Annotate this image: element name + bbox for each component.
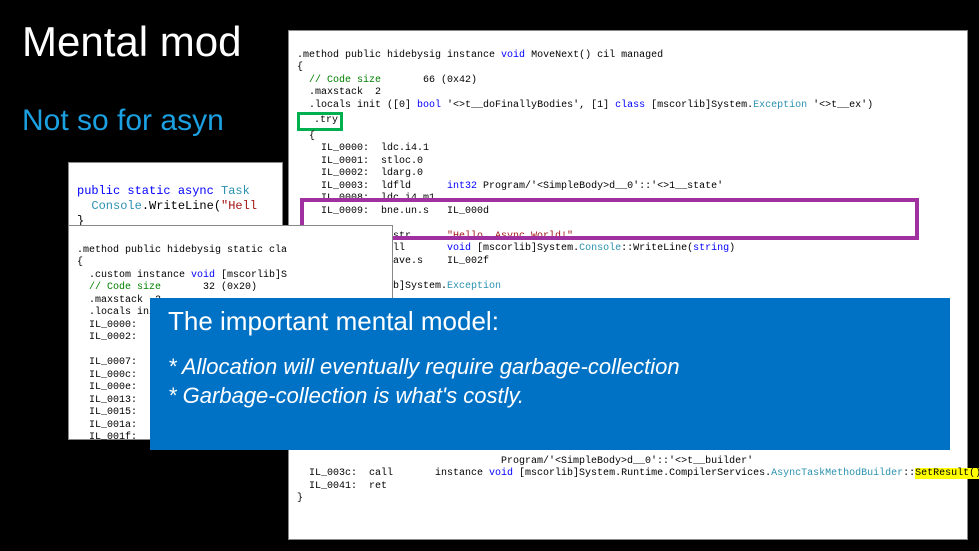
- slide-subtitle: Not so for asyn: [22, 104, 224, 138]
- callout-line-2: * Garbage-collection is what's costly.: [168, 382, 932, 411]
- callout-header: The important mental model:: [168, 306, 932, 337]
- setresult-highlight: SetResult(): [915, 468, 979, 479]
- callout-overlay: The important mental model: * Allocation…: [150, 298, 950, 450]
- try-highlight: .try: [297, 112, 343, 131]
- callout-line-1: * Allocation will eventually require gar…: [168, 353, 932, 382]
- slide-title: Mental mod: [22, 18, 241, 66]
